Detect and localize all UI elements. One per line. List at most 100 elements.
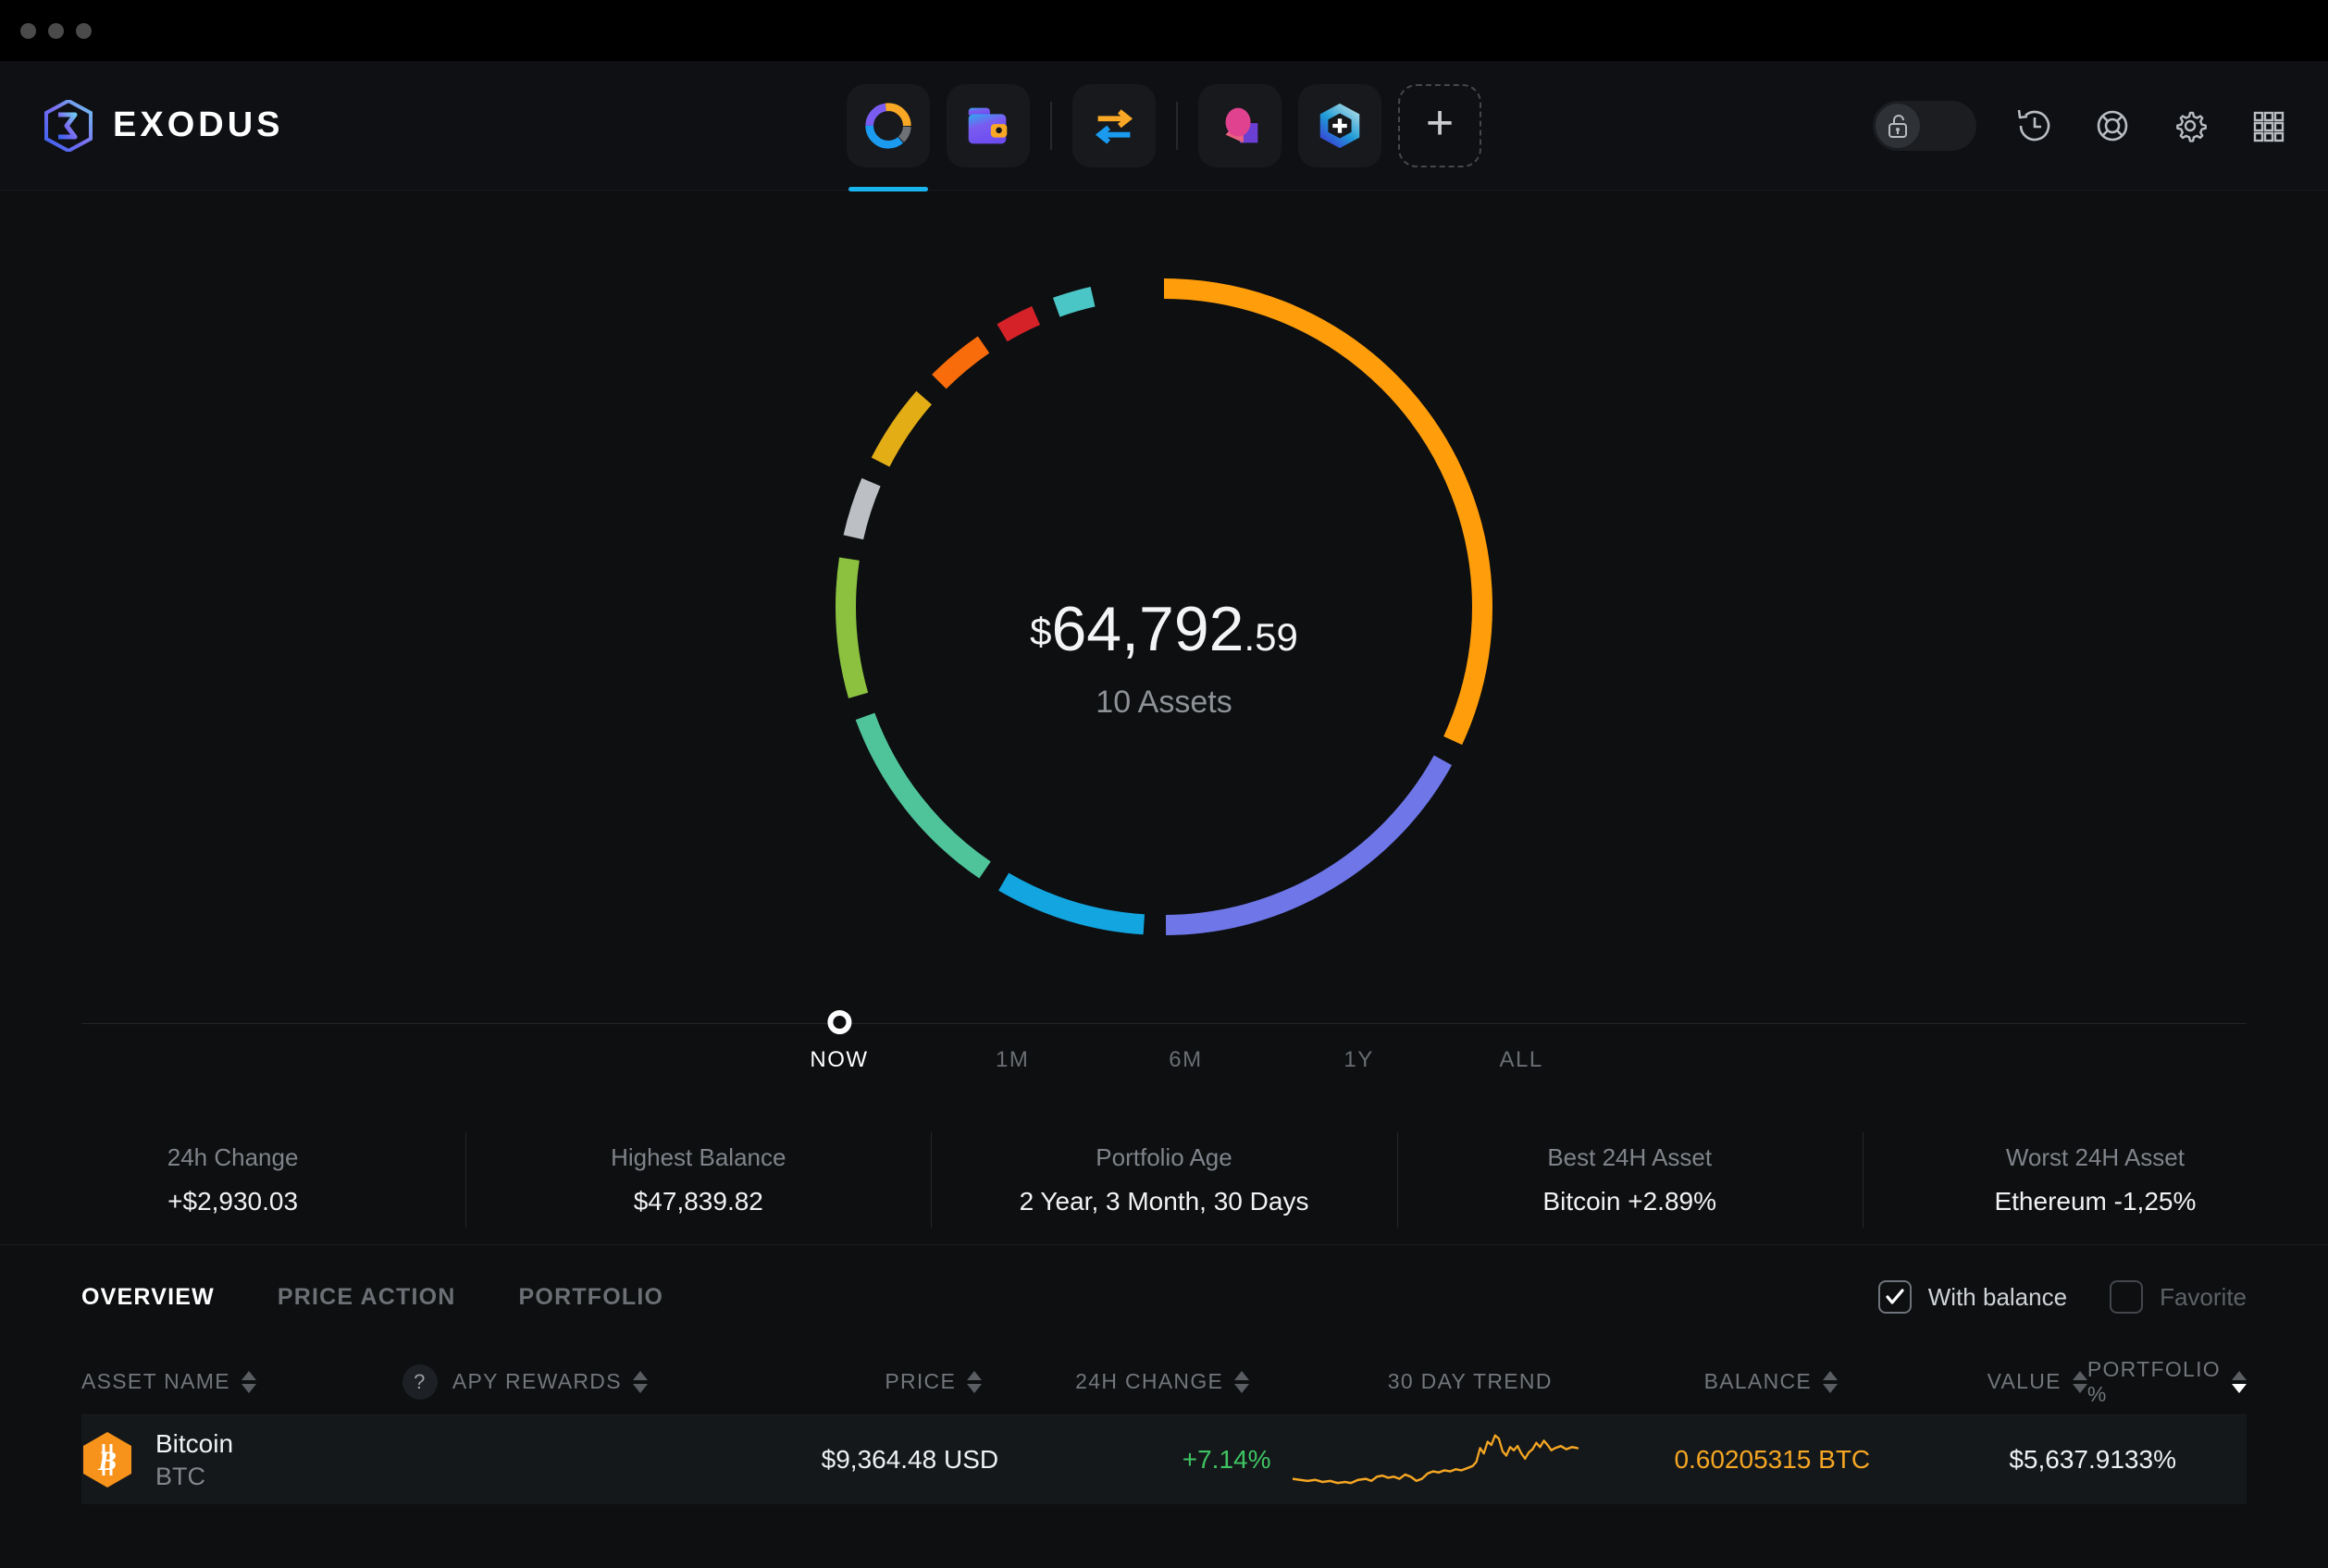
price-value: $9,364.48 USD <box>821 1445 999 1474</box>
sort-apy-rewards[interactable] <box>632 1370 648 1393</box>
window-minimize-dot[interactable] <box>48 22 64 39</box>
sort-24h-change[interactable] <box>1234 1370 1250 1393</box>
window-titlebar <box>0 0 2328 61</box>
nav-portfolio-button[interactable] <box>847 83 930 191</box>
filter-with-balance[interactable]: With balance <box>1877 1280 2068 1314</box>
column-value-label: VALUE <box>1987 1369 2062 1393</box>
cell-asset-name: B Bitcoin BTC <box>81 1429 408 1491</box>
donut-chart-icon <box>865 102 911 149</box>
column-apy-rewards[interactable]: ? APY REWARDS <box>402 1364 714 1400</box>
asset-table: ASSET NAME ? APY REWARDS PRICE 24H CHANG… <box>0 1349 2328 1568</box>
stat-label: Worst 24H Asset <box>2005 1143 2185 1171</box>
stat-label: Best 24H Asset <box>1547 1143 1713 1171</box>
balance-decimal: .59 <box>1244 615 1298 659</box>
sort-price[interactable] <box>967 1370 983 1393</box>
nav-exchange-button[interactable] <box>1072 83 1156 167</box>
column-asset-name-label: ASSET NAME <box>81 1369 230 1393</box>
tab-overview[interactable]: OVERVIEW <box>81 1284 215 1311</box>
column-price[interactable]: PRICE <box>714 1369 983 1394</box>
column-portfolio-pct-label: PORTFOLIO % <box>2087 1356 2221 1406</box>
swap-arrows-icon <box>1095 108 1133 144</box>
asset-symbol: BTC <box>155 1462 205 1490</box>
checkbox-unchecked-icon[interactable] <box>2110 1280 2144 1314</box>
column-24h-change[interactable]: 24H CHANGE <box>982 1369 1250 1394</box>
column-30-day-trend: 30 DAY TREND <box>1249 1369 1553 1394</box>
app-header: EXODUS + <box>0 61 2328 191</box>
column-24h-change-label: 24H CHANGE <box>1075 1369 1224 1393</box>
timeline-item-now[interactable]: NOW <box>810 1005 868 1073</box>
asset-name: Bitcoin <box>155 1428 234 1458</box>
nav-divider-1 <box>1050 101 1052 150</box>
stat-value: Ethereum -1,25% <box>1994 1187 2197 1216</box>
column-apy-rewards-label: APY REWARDS <box>452 1369 622 1393</box>
exodus-window: EXODUS + $64,792.59 10 Assets NOW 1M 6M … <box>0 0 2328 1568</box>
timeline-label: 6M <box>1169 1047 1203 1072</box>
timeline-spacer <box>1344 1005 1373 1034</box>
filter-favorite[interactable]: Favorite <box>2110 1280 2247 1314</box>
stat-label: Portfolio Age <box>1096 1143 1232 1171</box>
timeline-label: ALL <box>1499 1047 1543 1072</box>
gear-icon[interactable] <box>2171 106 2210 145</box>
window-maximize-dot[interactable] <box>76 22 92 39</box>
bitcoin-icon: B <box>83 1432 131 1488</box>
currency-symbol: $ <box>1030 610 1052 653</box>
column-price-label: PRICE <box>885 1369 957 1393</box>
change-value: +7.14% <box>1182 1445 1271 1474</box>
svg-text:B: B <box>97 1446 117 1476</box>
portfolio-balance: $64,792.59 <box>840 598 1488 661</box>
stat-value: Bitcoin +2.89% <box>1542 1187 1716 1216</box>
apps-blob-icon <box>1225 107 1258 142</box>
window-controls[interactable] <box>20 22 92 39</box>
portfolio-pct-value: 33% <box>2124 1445 2176 1474</box>
column-asset-name[interactable]: ASSET NAME <box>81 1369 402 1394</box>
sort-balance[interactable] <box>1823 1370 1839 1393</box>
timeline-item-all[interactable]: ALL <box>1499 1005 1542 1073</box>
stat-value: +$2,930.03 <box>167 1187 299 1216</box>
cell-value: $5,637.91 <box>1870 1445 2124 1475</box>
nav-apps-button[interactable] <box>1198 83 1282 167</box>
timeline-item-1y[interactable]: 1Y <box>1344 1005 1373 1073</box>
stat-highest-balance: Highest Balance $47,839.82 <box>465 1116 931 1244</box>
portfolio-center-readout: $64,792.59 10 Assets <box>840 598 1488 721</box>
tab-price-action[interactable]: PRICE ACTION <box>278 1284 456 1311</box>
hexagon-plus-icon <box>1319 103 1360 148</box>
timeline-label: 1M <box>996 1047 1030 1072</box>
timeline-spacer <box>996 1005 1029 1034</box>
timeline-rule <box>81 1023 2247 1024</box>
portfolio-stats-row: 24h Change +$2,930.03 Highest Balance $47,8… <box>0 1116 2328 1245</box>
nav-wallet-button[interactable] <box>947 83 1030 167</box>
table-row[interactable]: B Bitcoin BTC $9,364.48 USD +7.14% 0.60205315… <box>81 1415 2247 1504</box>
nav-divider-2 <box>1176 101 1178 150</box>
timeline-label: 1Y <box>1344 1047 1374 1072</box>
asset-filters: With balance Favorite <box>1877 1280 2247 1314</box>
cell-portfolio-pct: 33% <box>2124 1445 2247 1475</box>
lock-toggle[interactable] <box>1873 100 1976 151</box>
grid-icon[interactable] <box>2248 106 2287 145</box>
nav-add-asset-button[interactable] <box>1298 83 1381 167</box>
column-balance[interactable]: BALANCE <box>1553 1369 1839 1394</box>
stat-label: Highest Balance <box>611 1143 786 1171</box>
timeline-item-1m[interactable]: 1M <box>996 1005 1029 1073</box>
filter-label: With balance <box>1927 1282 2068 1311</box>
asset-view-tabs: OVERVIEW PRICE ACTION PORTFOLIO <box>81 1284 663 1311</box>
checkbox-checked-icon[interactable] <box>1877 1280 1912 1314</box>
tab-portfolio[interactable]: PORTFOLIO <box>519 1284 664 1311</box>
window-close-dot[interactable] <box>20 22 36 39</box>
lifebuoy-icon[interactable] <box>2093 106 2132 145</box>
column-value[interactable]: VALUE <box>1838 1369 2087 1394</box>
sort-value[interactable] <box>2072 1370 2087 1393</box>
assets-count: 10 Assets <box>1096 685 1232 720</box>
sort-portfolio-pct[interactable] <box>2232 1370 2247 1393</box>
apy-help-icon[interactable]: ? <box>402 1364 438 1400</box>
value-amount: $5,637.91 <box>2009 1445 2124 1474</box>
portfolio-donut-section: $64,792.59 10 Assets <box>0 191 2328 1005</box>
cell-24h-change: +7.14% <box>998 1445 1271 1475</box>
nav-add-tab-button[interactable]: + <box>1398 83 1481 167</box>
wallet-icon <box>968 107 1008 143</box>
timeline-item-6m[interactable]: 6M <box>1169 1005 1202 1073</box>
header-tools <box>1873 100 2287 151</box>
brand: EXODUS <box>44 99 283 152</box>
column-portfolio-pct[interactable]: PORTFOLIO % <box>2087 1357 2247 1407</box>
clock-rewind-icon[interactable] <box>2015 106 2054 145</box>
sort-asset-name[interactable] <box>241 1370 256 1393</box>
